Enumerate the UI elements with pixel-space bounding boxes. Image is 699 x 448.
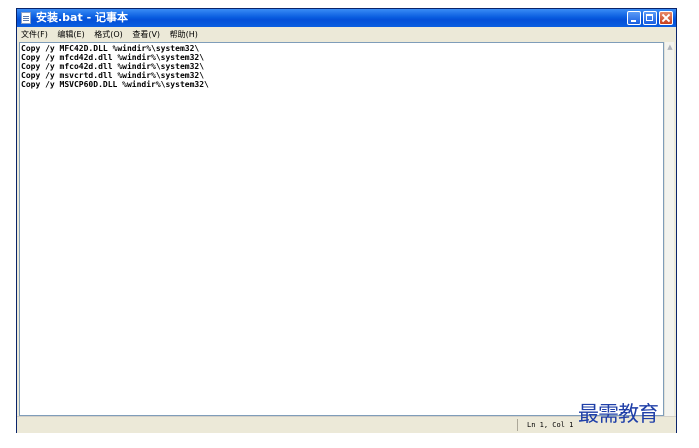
code-line: Copy /y msvcrtd.dll %windir%\system32\ bbox=[21, 71, 205, 80]
menu-help[interactable]: 帮助(H) bbox=[166, 27, 201, 42]
status-divider bbox=[517, 419, 518, 431]
maximize-button[interactable] bbox=[643, 11, 657, 25]
code-line: Copy /y mfco42d.dll %windir%\system32\ bbox=[21, 62, 205, 71]
close-button[interactable] bbox=[659, 11, 673, 25]
code-line: Copy /y mfcd42d.dll %windir%\system32\ bbox=[21, 53, 205, 62]
menu-file[interactable]: 文件(F) bbox=[17, 27, 51, 42]
menu-format[interactable]: 格式(O) bbox=[90, 27, 126, 42]
scroll-up-arrow-icon[interactable]: ▲ bbox=[666, 43, 674, 51]
notepad-window: 安装.bat - 记事本 文件(F) 编辑(E) 格式(O) 查看(V) 帮助(… bbox=[16, 8, 677, 433]
menu-view[interactable]: 查看(V) bbox=[128, 27, 163, 42]
menu-bar: 文件(F) 编辑(E) 格式(O) 查看(V) 帮助(H) bbox=[17, 27, 676, 42]
watermark-logo: 最需教育 bbox=[578, 402, 659, 426]
code-line: Copy /y MFC42D.DLL %windir%\system32\ bbox=[21, 44, 200, 53]
vertical-scrollbar[interactable]: ▲ bbox=[664, 42, 674, 416]
menu-edit[interactable]: 编辑(E) bbox=[53, 27, 87, 42]
minimize-button[interactable] bbox=[627, 11, 641, 25]
code-line: Copy /y MSVCP60D.DLL %windir%\system32\ bbox=[21, 80, 209, 89]
window-title: 安装.bat - 记事本 bbox=[36, 11, 128, 24]
cursor-position: Ln 1, Col 1 bbox=[527, 421, 574, 429]
notepad-icon[interactable] bbox=[21, 12, 31, 24]
text-editor[interactable]: Copy /y MFC42D.DLL %windir%\system32\ Co… bbox=[19, 42, 664, 416]
title-bar[interactable]: 安装.bat - 记事本 bbox=[17, 9, 676, 27]
